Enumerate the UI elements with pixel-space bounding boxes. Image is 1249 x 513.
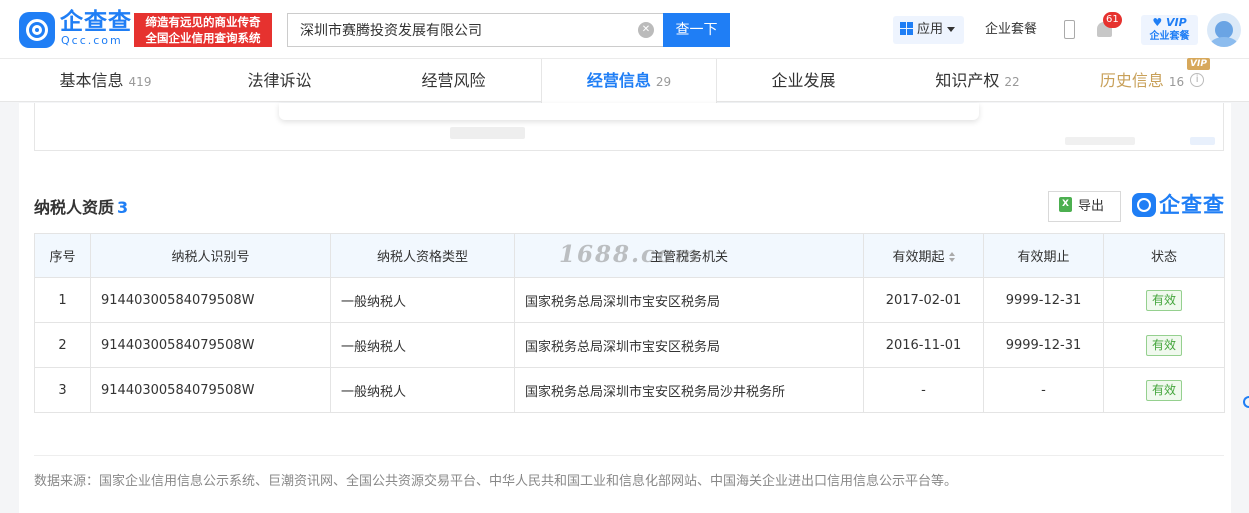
brand-domain: Qcc.com [61, 34, 123, 47]
slogan-line-2: 全国企业信用查询系统 [145, 31, 261, 45]
qcc-logo-icon[interactable] [19, 12, 55, 48]
user-avatar[interactable] [1207, 13, 1241, 47]
export-label: 导出 [1078, 199, 1105, 214]
blurred-text [1065, 137, 1135, 145]
vip-package-button[interactable]: ♥ VIP 企业套餐 [1141, 15, 1198, 45]
table-row: 1 91440300584079508W 一般纳税人 国家税务总局深圳市宝安区税… [34, 277, 1225, 323]
tab-label: 知识产权 [935, 71, 1000, 90]
row-index: 2 [34, 322, 91, 368]
export-button[interactable]: X 导出 [1048, 191, 1121, 222]
slogan-line-1: 缔造有远见的商业传奇 [145, 15, 261, 29]
tab-operation-info[interactable]: 经营信息 29 [541, 59, 717, 103]
tab-count: 419 [128, 75, 152, 89]
taxpayer-type-cell: 一般纳税人 [330, 277, 515, 323]
tab-label: 历史信息 [1099, 71, 1164, 90]
notification-count-badge: 61 [1103, 12, 1122, 28]
tab-label: 法律诉讼 [247, 71, 312, 90]
vip-badge: VIP [1187, 58, 1210, 70]
tab-count: 16 [1168, 75, 1185, 89]
start-date-cell: - [863, 367, 984, 413]
tab-business-risk[interactable]: 经营风险 [386, 59, 521, 102]
column-header-end-date: 有效期止 [983, 233, 1104, 278]
qcc-watermark-logo-text: 企查查 [1159, 193, 1225, 217]
status-badge: 有效 [1145, 289, 1182, 311]
column-header-start-date[interactable]: 有效期起 [863, 233, 984, 278]
slogan-banner: 缔造有远见的商业传奇 全国企业信用查询系统 [134, 13, 272, 47]
top-bar: 企查查 Qcc.com 缔造有远见的商业传奇 全国企业信用查询系统 ✕ 查一下 … [0, 0, 1249, 59]
apps-menu-label: 应用 [917, 22, 944, 37]
start-date-cell: 2016-11-01 [863, 322, 984, 368]
tab-count: 29 [655, 75, 672, 89]
taxpayer-type-cell: 一般纳税人 [330, 322, 515, 368]
column-header-tax-id: 纳税人识别号 [90, 233, 331, 278]
tab-label: 经营信息 [586, 71, 651, 90]
watermark-text: 1688.com [559, 241, 701, 268]
tax-id-cell: 91440300584079508W [90, 322, 331, 368]
tax-id-cell: 91440300584079508W [90, 277, 331, 323]
chevron-down-icon [947, 27, 956, 32]
enterprise-package-link[interactable]: 企业套餐 [985, 20, 1037, 40]
divider [34, 455, 1224, 456]
row-index: 3 [34, 367, 91, 413]
tab-label: 企业发展 [771, 71, 836, 90]
column-header-type: 纳税人资格类型 [330, 233, 515, 278]
blurred-text [1190, 137, 1215, 145]
sort-icon[interactable] [948, 252, 955, 262]
column-header-index: 序号 [34, 233, 91, 278]
apps-menu-button[interactable]: 应用 [893, 16, 964, 44]
content-card: 纳税人资质 3 X 导出 企查查 序号 纳税人识别号 纳税人资格类型 主管税务机关 … [19, 103, 1231, 513]
tab-legal[interactable]: 法律诉讼 [212, 59, 347, 102]
vip-label: ♥ VIP [1152, 16, 1187, 29]
apps-grid-icon [900, 22, 913, 35]
data-source-note: 数据来源：国家企业信用信息公示系统、巨潮资讯网、全国公共资源交易平台、中华人民共… [34, 474, 958, 489]
side-float-handle-icon[interactable] [1243, 396, 1249, 408]
tab-label: 基本信息 [59, 71, 124, 90]
tab-ip[interactable]: 知识产权 22 [910, 59, 1045, 102]
clear-search-icon[interactable]: ✕ [638, 22, 654, 38]
section-title-text: 纳税人资质 [34, 198, 115, 217]
excel-icon: X [1059, 197, 1072, 212]
section-title: 纳税人资质 3 [34, 198, 128, 218]
tax-authority-cell: 国家税务总局深圳市宝安区税务局 [514, 322, 864, 368]
column-header-start-date-label: 有效期起 [892, 250, 945, 265]
mobile-phone-icon[interactable] [1064, 20, 1075, 39]
status-cell: 有效 [1103, 322, 1225, 368]
status-badge: 有效 [1145, 379, 1182, 401]
qcc-watermark-logo-icon [1132, 193, 1156, 217]
tab-history[interactable]: VIP 历史信息 16 i [1072, 58, 1232, 102]
status-cell: 有效 [1103, 277, 1225, 323]
tab-label: 经营风险 [421, 71, 486, 90]
status-badge: 有效 [1145, 334, 1182, 356]
table-row: 2 91440300584079508W 一般纳税人 国家税务总局深圳市宝安区税… [34, 322, 1225, 368]
end-date-cell: 9999-12-31 [983, 277, 1104, 323]
section-count: 3 [117, 198, 129, 217]
search-suggestion-panel [279, 103, 979, 120]
company-tabs: 基本信息 419 法律诉讼 经营风险 经营信息 29 企业发展 知识产权 22 VIP… [0, 58, 1249, 103]
column-header-status: 状态 [1103, 233, 1225, 278]
search-input[interactable] [287, 13, 663, 47]
end-date-cell: 9999-12-31 [983, 322, 1104, 368]
tab-basic-info[interactable]: 基本信息 419 [38, 59, 173, 102]
status-cell: 有效 [1103, 367, 1225, 413]
table-row: 3 91440300584079508W 一般纳税人 国家税务总局深圳市宝安区税… [34, 367, 1225, 413]
tab-count: 22 [1004, 75, 1020, 89]
info-icon[interactable]: i [1190, 72, 1205, 87]
row-index: 1 [34, 277, 91, 323]
tax-authority-cell: 国家税务总局深圳市宝安区税务局 [514, 277, 864, 323]
taxpayer-type-cell: 一般纳税人 [330, 367, 515, 413]
vip-label-text: VIP [1166, 16, 1187, 29]
brand-name[interactable]: 企查查 [60, 9, 132, 35]
start-date-cell: 2017-02-01 [863, 277, 984, 323]
tax-authority-cell: 国家税务总局深圳市宝安区税务局沙井税务所 [514, 367, 864, 413]
end-date-cell: - [983, 367, 1104, 413]
search-button[interactable]: 查一下 [663, 13, 730, 47]
vip-package-label: 企业套餐 [1149, 31, 1190, 42]
tax-id-cell: 91440300584079508W [90, 367, 331, 413]
tab-development[interactable]: 企业发展 [736, 59, 871, 102]
blurred-text [450, 127, 525, 139]
